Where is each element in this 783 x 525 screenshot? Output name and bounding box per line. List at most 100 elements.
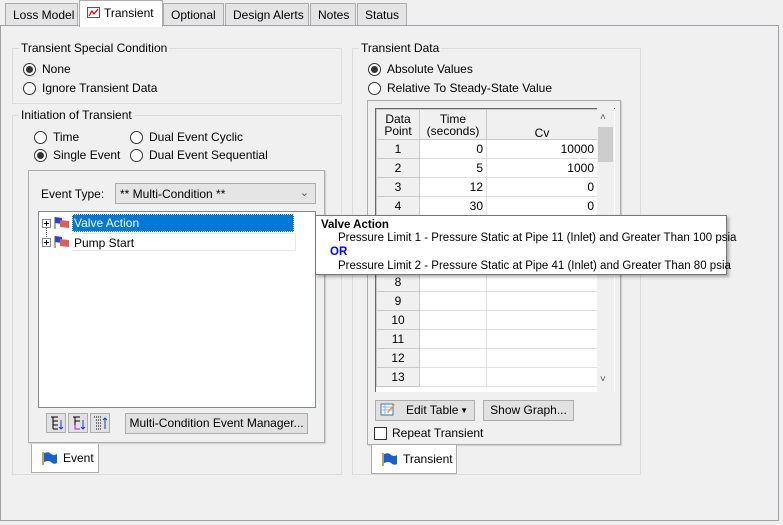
column-header-data-point[interactable]: Data Point [376, 109, 420, 140]
time-cell[interactable] [419, 310, 487, 330]
table-row[interactable]: 2 5 1000 [376, 158, 598, 178]
cv-cell[interactable]: 0 [486, 196, 598, 216]
radio-label: Absolute Values [387, 62, 473, 76]
radio-none[interactable]: None [23, 62, 71, 76]
radio-single-event[interactable]: Single Event [34, 148, 120, 162]
cv-cell[interactable] [486, 348, 598, 368]
time-cell[interactable]: 12 [419, 177, 487, 197]
column-header-cv[interactable]: Cv [486, 109, 598, 140]
row-header[interactable]: 1 [376, 139, 420, 159]
cv-cell[interactable]: 1000 [486, 158, 598, 178]
row-header[interactable]: 13 [376, 367, 420, 387]
expand-tree-icon [51, 416, 64, 430]
row-header[interactable]: 10 [376, 310, 420, 330]
tree-item-valve-action[interactable]: Valve Action [42, 214, 294, 232]
radio-time[interactable]: Time [34, 130, 79, 144]
row-header[interactable]: 3 [376, 177, 420, 197]
edit-table-button[interactable]: Edit Table ▼ [375, 400, 475, 421]
radio-button[interactable] [23, 62, 36, 76]
event-type-dropdown[interactable]: ** Multi-Condition ** ⌄ [115, 183, 316, 204]
time-cell[interactable]: 30 [419, 196, 487, 216]
time-cell[interactable] [419, 348, 487, 368]
expand-all-button[interactable] [46, 413, 66, 433]
collapse-tree-icon [94, 416, 108, 430]
table-row[interactable]: 12 [376, 348, 598, 368]
expand-icon[interactable] [42, 237, 51, 247]
row-header[interactable]: 8 [376, 272, 420, 292]
tab-notes[interactable]: Notes [310, 3, 356, 26]
checkbox-box[interactable] [374, 426, 387, 440]
radio-button[interactable] [368, 62, 381, 76]
flags-icon [54, 217, 69, 229]
radio-label: Dual Event Sequential [149, 148, 268, 162]
tab-status[interactable]: Status [357, 3, 407, 26]
expand-selected-button[interactable] [68, 413, 88, 433]
time-cell[interactable]: 5 [419, 158, 487, 178]
time-cell[interactable] [419, 329, 487, 349]
flags-icon [54, 236, 69, 248]
repeat-transient-checkbox[interactable]: Repeat Transient [374, 426, 483, 440]
table-row[interactable]: 4 30 0 [376, 196, 598, 216]
table-row[interactable]: 11 [376, 329, 598, 349]
radio-dual-event-cyclic[interactable]: Dual Event Cyclic [130, 130, 243, 144]
transient-bottom-tab[interactable]: Transient [371, 445, 457, 474]
tooltip-condition: Pressure Limit 1 - Pressure Static at Pi… [338, 232, 737, 244]
time-cell[interactable]: 0 [419, 139, 487, 159]
table-row[interactable]: 13 [376, 367, 598, 387]
radio-absolute-values[interactable]: Absolute Values [368, 62, 473, 76]
radio-button[interactable] [34, 148, 47, 162]
scrollbar-thumb[interactable] [598, 127, 613, 162]
radio-button[interactable] [368, 81, 381, 95]
event-bottom-tab[interactable]: Event [31, 444, 99, 473]
tree-item-pump-start[interactable]: Pump Start [42, 233, 296, 251]
time-cell[interactable] [419, 367, 487, 387]
radio-button[interactable] [34, 130, 47, 144]
radio-button[interactable] [130, 130, 143, 144]
header-line: Cv [534, 126, 550, 140]
scroll-up-icon[interactable]: ˄ [600, 112, 606, 123]
cv-cell[interactable] [486, 272, 598, 292]
radio-button[interactable] [23, 81, 36, 95]
time-cell[interactable] [419, 291, 487, 311]
cv-cell[interactable] [486, 310, 598, 330]
column-header-time[interactable]: Time (seconds) [419, 109, 487, 140]
cv-cell[interactable] [486, 329, 598, 349]
event-type-label: Event Type: [41, 187, 105, 201]
radio-label: Ignore Transient Data [42, 81, 158, 95]
tab-design-alerts[interactable]: Design Alerts [225, 3, 309, 26]
expand-icon[interactable] [42, 218, 51, 228]
row-header[interactable]: 4 [376, 196, 420, 216]
table-row[interactable]: 3 12 0 [376, 177, 598, 197]
row-header[interactable]: 9 [376, 291, 420, 311]
cv-cell[interactable] [486, 291, 598, 311]
row-header[interactable]: 12 [376, 348, 420, 368]
table-row[interactable]: 1 0 10000 [376, 139, 598, 159]
radio-label: Single Event [53, 148, 121, 162]
radio-relative-to-steady-state[interactable]: Relative To Steady-State Value [368, 81, 552, 95]
group-title: Transient Special Condition [19, 41, 170, 55]
radio-dual-event-sequential[interactable]: Dual Event Sequential [130, 148, 268, 162]
tab-label: Optional [171, 8, 216, 22]
tab-loss-model[interactable]: Loss Model [5, 3, 78, 26]
tab-transient[interactable]: Transient [79, 0, 163, 27]
table-row[interactable]: 10 [376, 310, 598, 330]
tab-label: Event [63, 451, 94, 465]
table-row[interactable]: 8 [376, 272, 598, 292]
row-header[interactable]: 2 [376, 158, 420, 178]
collapse-all-button[interactable] [90, 413, 110, 433]
event-tree[interactable]: Valve Action Pump Start [38, 211, 316, 408]
scroll-down-icon[interactable]: ˅ [600, 374, 606, 385]
multi-condition-event-manager-button[interactable]: Multi-Condition Event Manager... [125, 413, 308, 434]
time-cell[interactable] [419, 272, 487, 292]
cv-cell[interactable] [486, 367, 598, 387]
edit-table-icon [380, 403, 395, 416]
tab-optional[interactable]: Optional [163, 3, 224, 26]
row-header[interactable]: 11 [376, 329, 420, 349]
cv-cell[interactable]: 0 [486, 177, 598, 197]
show-graph-button[interactable]: Show Graph... [483, 400, 574, 421]
radio-ignore-transient-data[interactable]: Ignore Transient Data [23, 81, 157, 95]
cv-cell[interactable]: 10000 [486, 139, 598, 159]
radio-button[interactable] [130, 148, 143, 162]
radio-label: Time [53, 130, 80, 144]
table-row[interactable]: 9 [376, 291, 598, 311]
